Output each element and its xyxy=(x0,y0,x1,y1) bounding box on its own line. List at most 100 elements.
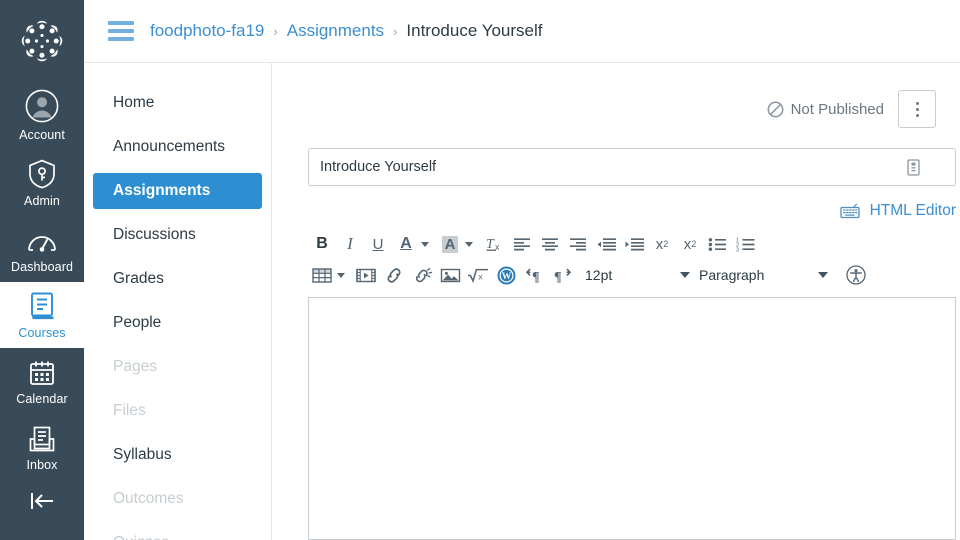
image-button[interactable] xyxy=(436,262,464,288)
breadcrumb-item-course[interactable]: foodphoto-fa19 xyxy=(150,21,264,41)
breadcrumb-item-assignments[interactable]: Assignments xyxy=(287,21,384,41)
global-nav-item-calendar[interactable]: Calendar xyxy=(0,348,84,414)
publish-status-label: Not Published xyxy=(790,100,884,118)
content-wrapper: foodphoto-fa19 › Assignments › Introduce… xyxy=(84,0,960,540)
status-badge: Not Published xyxy=(767,101,884,118)
title-indicator-icon xyxy=(906,158,920,176)
more-vertical-icon xyxy=(915,107,919,111)
dashboard-icon xyxy=(27,225,57,255)
global-nav-label: Admin xyxy=(24,194,60,208)
svg-text:x: x xyxy=(495,242,500,252)
align-left-button[interactable] xyxy=(508,231,536,257)
svg-text:W: W xyxy=(501,271,511,282)
global-nav-item-account[interactable]: Account xyxy=(0,84,84,150)
bold-button[interactable]: B xyxy=(308,231,336,257)
course-nav-item-announcements[interactable]: Announcements xyxy=(93,129,262,165)
course-nav-item-files[interactable]: Files xyxy=(93,393,262,429)
collapse-arrow-icon[interactable] xyxy=(0,490,84,518)
chevron-down-icon xyxy=(680,272,690,278)
highlight-color-button[interactable]: A xyxy=(436,231,464,257)
global-nav-item-courses[interactable]: Courses xyxy=(0,282,84,348)
course-nav-item-assignments[interactable]: Assignments xyxy=(93,173,262,209)
editor-toolbar-row-2: x W ¶ ¶ 12pt Paragraph xyxy=(308,259,956,291)
hamburger-menu-icon[interactable] xyxy=(106,17,136,45)
assignment-edit-main: Not Published Introduce Yourself HTML Ed… xyxy=(272,63,960,540)
global-nav-item-admin[interactable]: Admin xyxy=(0,150,84,216)
svg-text:¶: ¶ xyxy=(554,270,562,284)
block-format-value: Paragraph xyxy=(699,267,765,283)
subscript-button[interactable]: x2 xyxy=(676,231,704,257)
global-nav-label: Courses xyxy=(18,326,66,340)
clear-formatting-button[interactable]: Tx xyxy=(480,231,508,257)
course-nav-item-pages[interactable]: Pages xyxy=(93,349,262,385)
editor-content-area[interactable] xyxy=(308,297,956,540)
course-nav-item-people[interactable]: People xyxy=(93,305,262,341)
course-nav-item-grades[interactable]: Grades xyxy=(93,261,262,297)
global-nav-label: Account xyxy=(19,128,65,142)
chevron-down-icon xyxy=(818,272,828,278)
keyboard-icon xyxy=(839,203,860,219)
global-nav-label: Calendar xyxy=(16,392,68,406)
global-nav-label: Dashboard xyxy=(10,260,74,274)
underline-button[interactable]: U xyxy=(364,231,392,257)
course-nav-item-outcomes[interactable]: Outcomes xyxy=(93,481,262,517)
accessibility-checker-button[interactable] xyxy=(842,262,870,288)
equation-button[interactable]: x xyxy=(464,262,492,288)
link-button[interactable] xyxy=(380,262,408,288)
unlink-button[interactable] xyxy=(408,262,436,288)
book-icon xyxy=(28,291,56,321)
text-color-button[interactable]: A xyxy=(392,231,420,257)
rich-content-editor: B I U A A Tx x 2 x 2 1 2 3 x W ¶ ¶ 12pt … xyxy=(308,229,956,540)
shield-icon xyxy=(28,159,56,189)
course-nav-item-syllabus[interactable]: Syllabus xyxy=(93,437,262,473)
chevron-down-icon[interactable] xyxy=(465,241,473,247)
bulleted-list-button[interactable] xyxy=(704,231,732,257)
more-vertical-icon xyxy=(915,101,919,105)
inbox-icon xyxy=(28,423,56,453)
font-size-value: 12pt xyxy=(585,267,613,283)
chevron-down-icon[interactable] xyxy=(421,241,429,247)
assignment-title-input[interactable] xyxy=(308,148,956,186)
breadcrumb-item-current: Introduce Yourself xyxy=(406,21,543,40)
calendar-icon xyxy=(28,357,56,387)
html-editor-link[interactable]: HTML Editor xyxy=(870,202,956,220)
font-size-select[interactable]: 12pt xyxy=(576,267,690,283)
block-format-select[interactable]: Paragraph xyxy=(690,267,828,283)
wiris-w-icon[interactable]: W xyxy=(492,262,520,288)
canvas-app: Account Admin Dashboard Courses Calendar xyxy=(0,0,960,540)
superscript-button[interactable]: x2 xyxy=(648,231,676,257)
kebab-menu[interactable] xyxy=(898,90,936,128)
breadcrumb-separator: › xyxy=(273,23,278,39)
course-nav-item-quizzes[interactable]: Quizzes xyxy=(93,525,262,540)
editor-toolbar-row-1: B I U A A Tx x 2 x 2 1 2 3 xyxy=(308,229,956,259)
html-editor-row: HTML Editor xyxy=(308,202,956,220)
align-right-button[interactable] xyxy=(564,231,592,257)
numbered-list-button[interactable]: 123 xyxy=(732,231,760,257)
course-navigation: Home Announcements Assignments Discussio… xyxy=(84,63,272,540)
body-row: Home Announcements Assignments Discussio… xyxy=(84,63,960,540)
italic-button[interactable]: I xyxy=(336,231,364,257)
accessibility-icon xyxy=(846,265,866,285)
media-button[interactable] xyxy=(352,262,380,288)
align-center-button[interactable] xyxy=(536,231,564,257)
user-avatar-icon xyxy=(25,89,59,123)
svg-text:¶: ¶ xyxy=(532,270,540,284)
more-vertical-icon xyxy=(915,113,919,117)
title-field-wrapper xyxy=(308,148,956,186)
course-nav-item-home[interactable]: Home xyxy=(93,85,262,121)
global-nav-label: Inbox xyxy=(26,458,58,472)
chevron-down-icon[interactable] xyxy=(337,272,345,278)
table-button[interactable] xyxy=(308,262,336,288)
canvas-logo[interactable] xyxy=(15,14,69,68)
paragraph-rtl-icon[interactable]: ¶ xyxy=(548,262,576,288)
breadcrumb-bar: foodphoto-fa19 › Assignments › Introduce… xyxy=(84,0,960,63)
svg-text:x: x xyxy=(478,271,483,281)
global-nav-item-dashboard[interactable]: Dashboard xyxy=(0,216,84,282)
svg-text:3: 3 xyxy=(736,247,739,252)
global-nav-item-inbox[interactable]: Inbox xyxy=(0,414,84,480)
breadcrumb-separator: › xyxy=(393,23,398,39)
outdent-button[interactable] xyxy=(592,231,620,257)
paragraph-ltr-icon[interactable]: ¶ xyxy=(520,262,548,288)
indent-button[interactable] xyxy=(620,231,648,257)
course-nav-item-discussions[interactable]: Discussions xyxy=(93,217,262,253)
